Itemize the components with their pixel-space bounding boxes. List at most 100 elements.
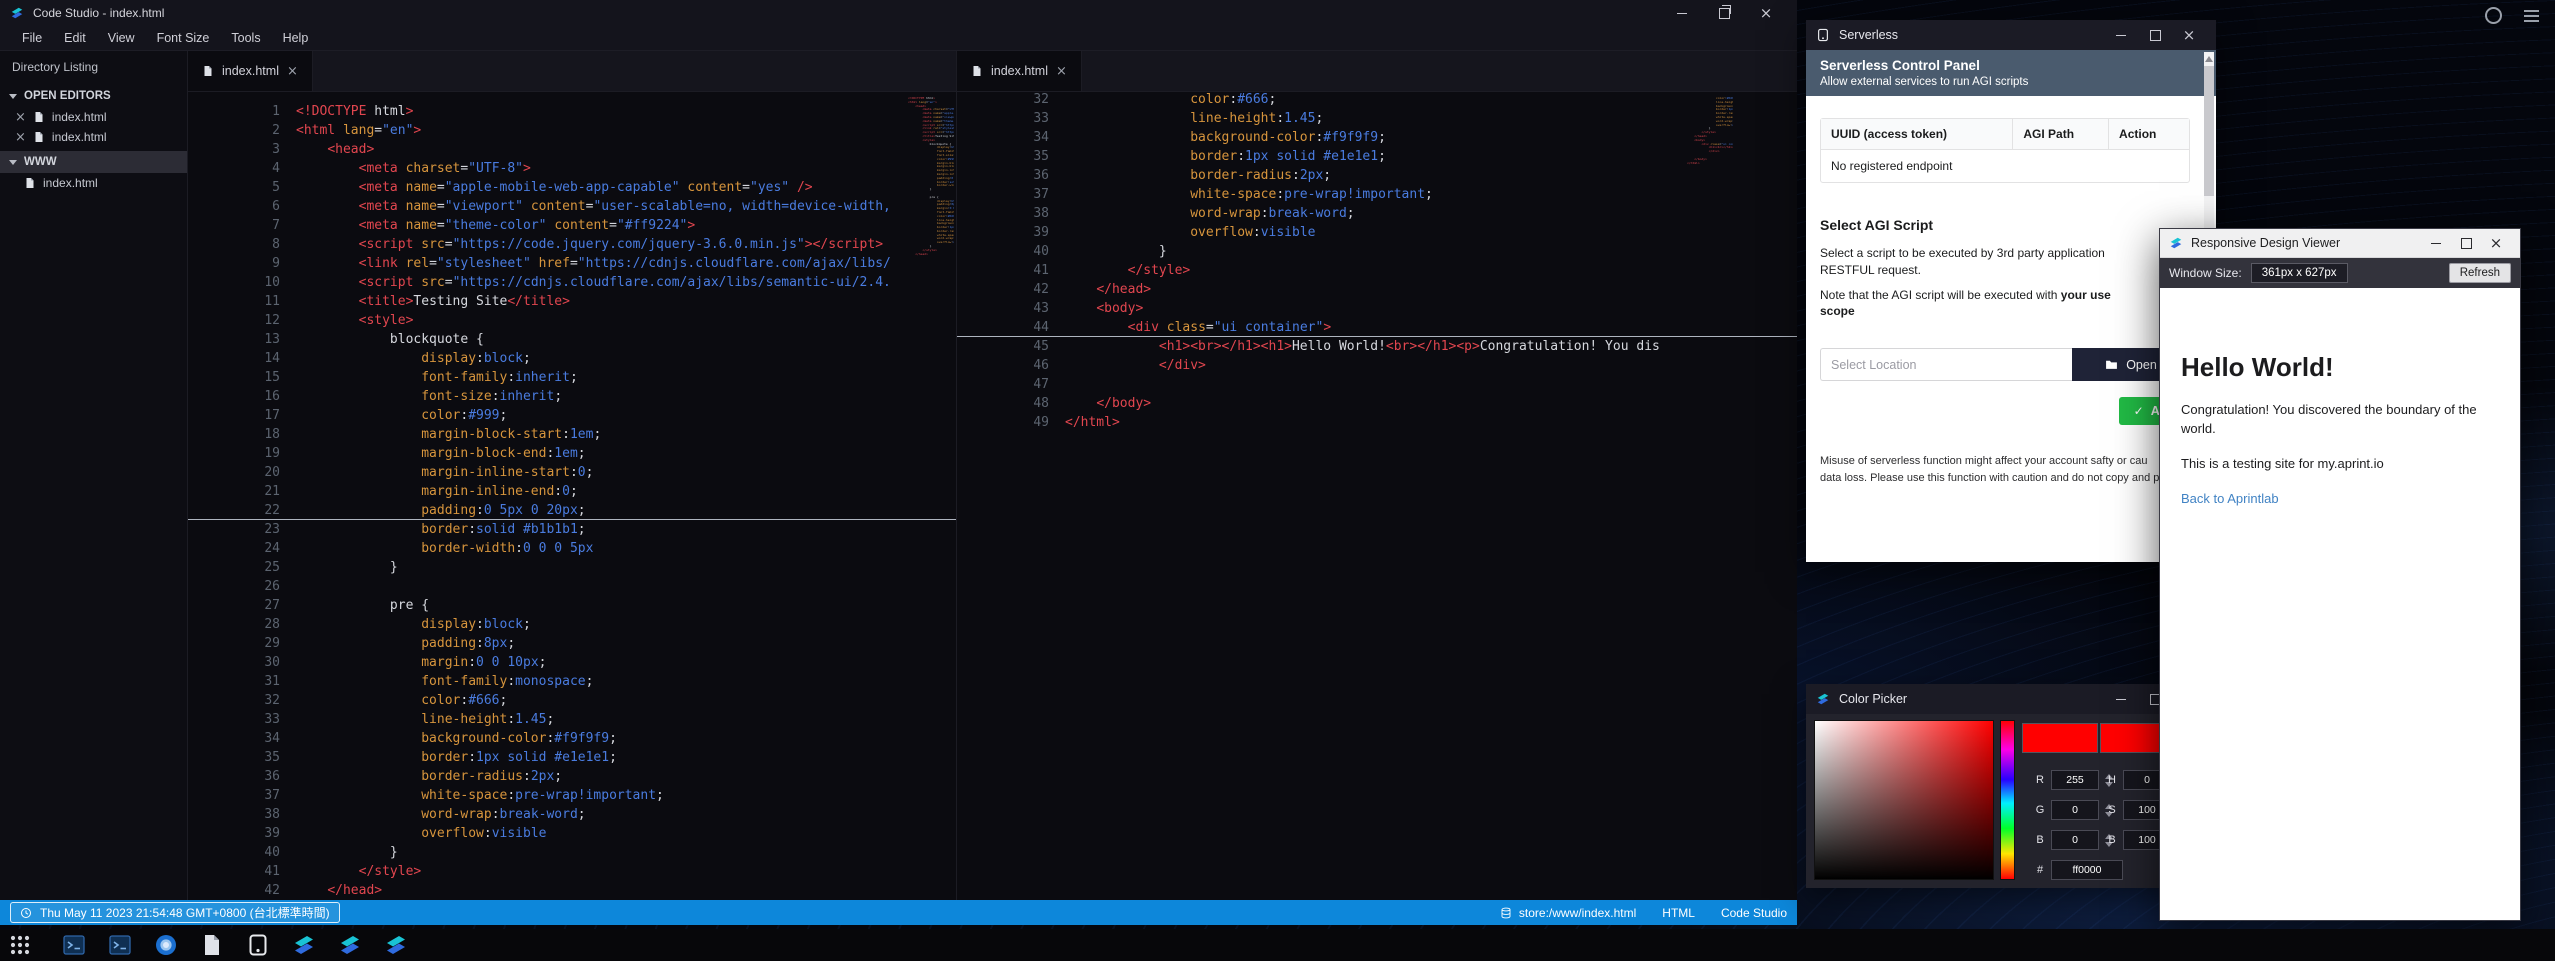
code-studio-icon[interactable] [292, 933, 316, 957]
code-line[interactable]: 12 <style> [188, 311, 956, 330]
code-line[interactable]: 15 font-family:inherit; [188, 368, 956, 387]
code-line[interactable]: 27 pre { [188, 596, 956, 615]
app-window-icon[interactable] [246, 933, 270, 957]
saturation-gradient[interactable] [1814, 720, 1994, 880]
minimize-button[interactable] [1661, 0, 1703, 26]
restore-button[interactable] [1703, 0, 1745, 26]
editor-tab[interactable]: index.html× [957, 51, 1082, 91]
scrollbar-thumb[interactable] [2204, 66, 2214, 196]
close-button[interactable]: × [1745, 0, 1787, 26]
code-line[interactable]: 22 padding:0 5px 0 20px; [188, 501, 956, 520]
close-icon[interactable]: × [15, 131, 26, 144]
code-line[interactable]: 6 <meta name="viewport" content="user-sc… [188, 197, 956, 216]
field-value-input[interactable]: 255 [2051, 770, 2099, 790]
menu-file[interactable]: File [12, 28, 52, 48]
field-value-input[interactable]: 0 [2051, 800, 2099, 820]
code-line[interactable]: 24 border-width:0 0 0 5px [188, 539, 956, 558]
color-picker-title-bar[interactable]: Color Picker × [1806, 684, 2216, 714]
code-line[interactable]: 19 margin-block-end:1em; [188, 444, 956, 463]
code-line[interactable]: 48 </body> [957, 394, 1797, 413]
menu-view[interactable]: View [98, 28, 145, 48]
file-path-item[interactable]: store:/www/index.html [1500, 906, 1636, 920]
menu-tools[interactable]: Tools [221, 28, 270, 48]
code-line[interactable]: 26 [188, 577, 956, 596]
menu-edit[interactable]: Edit [54, 28, 96, 48]
file-item[interactable]: ×index.html [0, 127, 187, 147]
code-line[interactable]: 7 <meta name="theme-color" content="#ff9… [188, 216, 956, 235]
editor-pane-left[interactable]: index.html× 1<!DOCTYPE html>2<html lang=… [187, 51, 957, 900]
refresh-button[interactable]: Refresh [2449, 263, 2511, 283]
code-line[interactable]: 45 <h1><br></h1><h1>Hello World!<br></h1… [957, 337, 1797, 356]
code-line[interactable]: 29 padding:8px; [188, 634, 956, 653]
code-line[interactable]: 34 background-color:#f9f9f9; [957, 128, 1797, 147]
menu-font-size[interactable]: Font Size [147, 28, 220, 48]
back-to-aprintlab-link[interactable]: Back to Aprintlab [2181, 491, 2279, 506]
code-line[interactable]: 33 line-height:1.45; [188, 710, 956, 729]
maximize-button[interactable] [2451, 229, 2481, 257]
minimize-button[interactable] [2421, 229, 2451, 257]
code-line[interactable]: 32 color:#666; [957, 92, 1797, 109]
code-line[interactable]: 37 white-space:pre-wrap!important; [957, 185, 1797, 204]
code-line[interactable]: 11 <title>Testing Site</title> [188, 292, 956, 311]
browser-icon[interactable] [154, 933, 178, 957]
code-line[interactable]: 17 color:#999; [188, 406, 956, 425]
code-line[interactable]: 35 border:1px solid #e1e1e1; [188, 748, 956, 767]
terminal-icon[interactable] [108, 933, 132, 957]
code-line[interactable]: 31 font-family:monospace; [188, 672, 956, 691]
title-bar[interactable]: Code Studio - index.html × [0, 0, 1797, 26]
code-line[interactable]: 16 font-size:inherit; [188, 387, 956, 406]
code-line[interactable]: 40 } [188, 843, 956, 862]
language-mode[interactable]: HTML [1662, 906, 1695, 920]
code-line[interactable]: 49</html> [957, 413, 1797, 432]
code-line[interactable]: 46 </div> [957, 356, 1797, 375]
code-line[interactable]: 2<html lang="en"> [188, 121, 956, 140]
code-line[interactable]: 32 color:#666; [188, 691, 956, 710]
apps-grid-icon[interactable] [8, 933, 32, 957]
close-button[interactable]: × [2172, 20, 2206, 50]
code-line[interactable]: 3 <head> [188, 140, 956, 159]
maximize-button[interactable] [2138, 20, 2172, 50]
code-line[interactable]: 40 } [957, 242, 1797, 261]
code-line[interactable]: 25 } [188, 558, 956, 577]
terminal-icon[interactable] [62, 933, 86, 957]
minimap[interactable]: color:#666; line-height:1.45; background… [1687, 97, 1733, 165]
field-value-input[interactable]: 0 [2051, 830, 2099, 850]
code-studio-icon[interactable] [338, 933, 362, 957]
code-line[interactable]: 1<!DOCTYPE html> [188, 102, 956, 121]
code-line[interactable]: 37 white-space:pre-wrap!important; [188, 786, 956, 805]
sidebar-section-www[interactable]: WWW [0, 151, 187, 173]
code-line[interactable]: 43 <body> [957, 299, 1797, 318]
code-line[interactable]: 4 <meta charset="UTF-8"> [188, 159, 956, 178]
code-line[interactable]: 41 </style> [957, 261, 1797, 280]
file-item[interactable]: index.html [0, 173, 187, 193]
code-studio-icon[interactable] [384, 933, 408, 957]
close-icon[interactable]: × [1056, 65, 1067, 78]
close-icon[interactable]: × [287, 65, 298, 78]
code-line[interactable]: 38 word-wrap:break-word; [957, 204, 1797, 223]
code-line[interactable]: 34 background-color:#f9f9f9; [188, 729, 956, 748]
code-line[interactable]: 35 border:1px solid #e1e1e1; [957, 147, 1797, 166]
code-line[interactable]: 39 overflow:visible [957, 223, 1797, 242]
hue-slider[interactable] [2000, 720, 2015, 880]
code-line[interactable]: 10 <script src="https://cdnjs.cloudflare… [188, 273, 956, 292]
code-line[interactable]: 8 <script src="https://code.jquery.com/j… [188, 235, 956, 254]
code-line[interactable]: 44 <div class="ui container"> [957, 318, 1797, 337]
window-size-value[interactable]: 361px x 627px [2251, 263, 2348, 283]
code-line[interactable]: 21 margin-inline-end:0; [188, 482, 956, 501]
spinner-icon[interactable] [2485, 7, 2502, 24]
editor-pane-right[interactable]: index.html× 32 color:#666;33 line-height… [957, 51, 1797, 900]
code-line[interactable]: 33 line-height:1.45; [957, 109, 1797, 128]
file-item[interactable]: ×index.html [0, 107, 187, 127]
code-line[interactable]: 42 </head> [957, 280, 1797, 299]
code-line[interactable]: 36 border-radius:2px; [188, 767, 956, 786]
code-line[interactable]: 41 </style> [188, 862, 956, 881]
close-button[interactable]: × [2481, 229, 2511, 257]
menu-icon[interactable] [2524, 15, 2539, 17]
editor-tab[interactable]: index.html× [188, 51, 313, 91]
minimize-button[interactable] [2104, 20, 2138, 50]
sidebar-section-open-editors[interactable]: OPEN EDITORS [0, 85, 187, 107]
file-icon[interactable] [200, 933, 224, 957]
minimize-button[interactable] [2104, 684, 2138, 714]
code-line[interactable]: 13 blockquote { [188, 330, 956, 349]
code-line[interactable]: 38 word-wrap:break-word; [188, 805, 956, 824]
